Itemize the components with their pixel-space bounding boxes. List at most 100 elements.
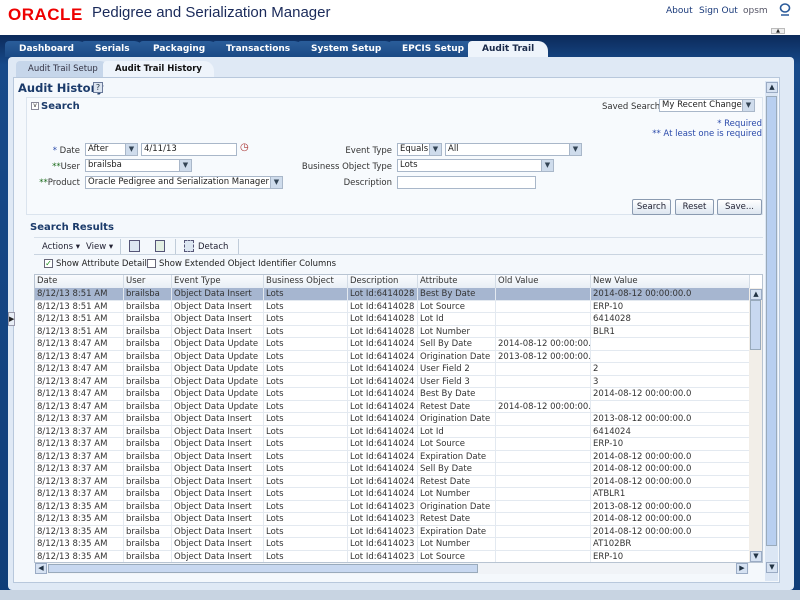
table-row[interactable]: 8/12/13 8:37 AM brailsba Object Data Inser… (35, 463, 750, 476)
table-row[interactable]: 8/12/13 8:37 AM brailsba Object Data Inser… (35, 488, 750, 501)
table-cell (496, 513, 591, 525)
event-type-operator-select[interactable]: Equals ▼ (397, 143, 442, 156)
table-cell: 2013-08-12 00:00:00.0 (591, 413, 750, 425)
scroll-right-icon[interactable]: ▶ (736, 563, 748, 574)
table-cell: Lots (264, 350, 348, 363)
table-row[interactable]: 8/12/13 8:51 AM brailsba Object Data Inser… (35, 325, 750, 338)
table-cell: Best By Date (418, 288, 496, 300)
table-cell (496, 525, 591, 538)
table-row[interactable]: 8/12/13 8:37 AM brailsba Object Data Inser… (35, 438, 750, 451)
table-row[interactable]: 8/12/13 8:47 AM brailsba Object Data Updat… (35, 400, 750, 413)
tab-dashboard[interactable]: Dashboard (5, 41, 88, 57)
table-cell: Object Data Insert (172, 413, 264, 425)
column-header[interactable]: Date (35, 275, 124, 288)
table-row[interactable]: 8/12/13 8:51 AM brailsba Object Data Inser… (35, 288, 750, 301)
save-button[interactable]: Save... (717, 199, 762, 215)
table-row[interactable]: 8/12/13 8:35 AM brailsba Object Data Inser… (35, 500, 750, 513)
collapse-header-icon[interactable]: ▲ (771, 28, 785, 34)
tab-epcis-setup[interactable]: EPCIS Setup (388, 41, 479, 57)
description-input[interactable] (397, 176, 536, 189)
show-attribute-details-checkbox[interactable]: ✓ (44, 259, 53, 268)
table-cell (496, 413, 591, 425)
table-row[interactable]: 8/12/13 8:51 AM brailsba Object Data Inser… (35, 313, 750, 326)
detach-icon[interactable] (184, 240, 194, 252)
table-cell: 8/12/13 8:35 AM (35, 513, 124, 525)
calendar-icon[interactable]: ◷ (240, 142, 249, 153)
table-row[interactable]: 8/12/13 8:35 AM brailsba Object Data Inser… (35, 525, 750, 538)
disclosure-icon[interactable]: v (31, 102, 39, 110)
column-header[interactable]: Event Type (172, 275, 264, 288)
page-scroll-up-icon[interactable]: ▲ (766, 82, 778, 93)
tab-system-setup[interactable]: System Setup (297, 41, 396, 57)
table-cell: Lot Id:6414024 (348, 450, 418, 463)
business-object-type-select[interactable]: Lots ▼ (397, 159, 554, 172)
date-input[interactable]: 4/11/13 (141, 143, 237, 156)
event-type-select[interactable]: All ▼ (445, 143, 582, 156)
table-cell: Lot Id:6414023 (348, 538, 418, 550)
table-row[interactable]: 8/12/13 8:51 AM brailsba Object Data Inser… (35, 300, 750, 313)
table-row[interactable]: 8/12/13 8:35 AM brailsba Object Data Inser… (35, 538, 750, 551)
search-button[interactable]: Search (632, 199, 671, 215)
table-row[interactable]: 8/12/13 8:47 AM brailsba Object Data Updat… (35, 388, 750, 401)
table-row[interactable]: 8/12/13 8:47 AM brailsba Object Data Updat… (35, 338, 750, 351)
table-row[interactable]: 8/12/13 8:47 AM brailsba Object Data Updat… (35, 375, 750, 388)
subtab-audit-trail-history[interactable]: Audit Trail History (103, 61, 214, 77)
page-scroll-down-icon[interactable]: ▼ (766, 562, 778, 573)
column-header[interactable]: New Value (591, 275, 750, 288)
table-row[interactable]: 8/12/13 8:35 AM brailsba Object Data Inser… (35, 550, 750, 562)
column-header[interactable]: Attribute (418, 275, 496, 288)
detach-button[interactable]: Detach (198, 242, 228, 252)
table-row[interactable]: 8/12/13 8:47 AM brailsba Object Data Updat… (35, 363, 750, 376)
page-scroll-thumb[interactable] (766, 96, 777, 546)
search-header[interactable]: Search (41, 101, 80, 112)
table-row[interactable]: 8/12/13 8:35 AM brailsba Object Data Inser… (35, 513, 750, 526)
scroll-left-icon[interactable]: ◀ (35, 563, 47, 574)
table-cell: Sell By Date (418, 463, 496, 475)
filter-icon[interactable] (155, 240, 165, 252)
column-header[interactable]: Business Object Type (264, 275, 348, 299)
view-menu[interactable]: View ▾ (86, 242, 113, 252)
table-row[interactable]: 8/12/13 8:47 AM brailsba Object Data Updat… (35, 350, 750, 363)
table-row[interactable]: 8/12/13 8:37 AM brailsba Object Data Inser… (35, 475, 750, 488)
scroll-down-icon[interactable]: ▼ (750, 551, 762, 562)
table-row[interactable]: 8/12/13 8:37 AM brailsba Object Data Inser… (35, 425, 750, 438)
actions-menu[interactable]: Actions ▾ (42, 242, 80, 252)
tab-audit-trail[interactable]: Audit Trail (468, 41, 549, 57)
tab-packaging[interactable]: Packaging (139, 41, 220, 57)
tab-serials[interactable]: Serials (81, 41, 144, 57)
reset-button[interactable]: Reset (675, 199, 714, 215)
column-header[interactable]: Old Value (496, 275, 591, 288)
column-header[interactable]: Description (348, 275, 418, 288)
export-icon[interactable] (129, 240, 140, 252)
table-cell: brailsba (124, 513, 172, 525)
view-label: View (86, 242, 107, 252)
table-cell: Lot Id:6414024 (348, 438, 418, 450)
table-cell: Retest Date (418, 475, 496, 488)
saved-search-select[interactable]: My Recent Changes ▼ (659, 99, 755, 112)
subtab-audit-trail-setup[interactable]: Audit Trail Setup (16, 61, 110, 77)
table-cell: Lot Id:6414024 (348, 388, 418, 400)
table-cell: Lots (264, 313, 348, 325)
show-extended-columns-checkbox[interactable] (147, 259, 156, 268)
table-row[interactable]: 8/12/13 8:37 AM brailsba Object Data Inser… (35, 413, 750, 426)
table-cell: Lot Id (418, 425, 496, 438)
date-operator-value: After (88, 144, 109, 154)
table-hscroll-thumb[interactable] (48, 564, 478, 573)
sign-out-link[interactable]: Sign Out (699, 6, 738, 16)
expand-panel-icon[interactable]: ▶ (8, 312, 15, 326)
date-operator-select[interactable]: After ▼ (85, 143, 138, 156)
user-select[interactable]: brailsba ▼ (85, 159, 192, 172)
scroll-up-icon[interactable]: ▲ (750, 289, 762, 300)
table-cell: 2013-08-12 00:00:00.0 (498, 350, 591, 363)
table-cell: brailsba (124, 425, 172, 438)
about-link[interactable]: About (666, 6, 693, 16)
table-scroll-thumb[interactable] (750, 300, 761, 350)
tab-transactions[interactable]: Transactions (212, 41, 305, 57)
help-icon[interactable]: ? (93, 82, 103, 93)
atleast-note: ** At least one is required (652, 129, 762, 139)
table-row[interactable]: 8/12/13 8:37 AM brailsba Object Data Inser… (35, 450, 750, 463)
column-header[interactable]: User (124, 275, 172, 288)
product-select[interactable]: Oracle Pedigree and Serialization Manage… (85, 176, 283, 189)
table-cell: 8/12/13 8:37 AM (35, 450, 124, 463)
table-cell: Lot Id:6414023 (348, 525, 418, 538)
